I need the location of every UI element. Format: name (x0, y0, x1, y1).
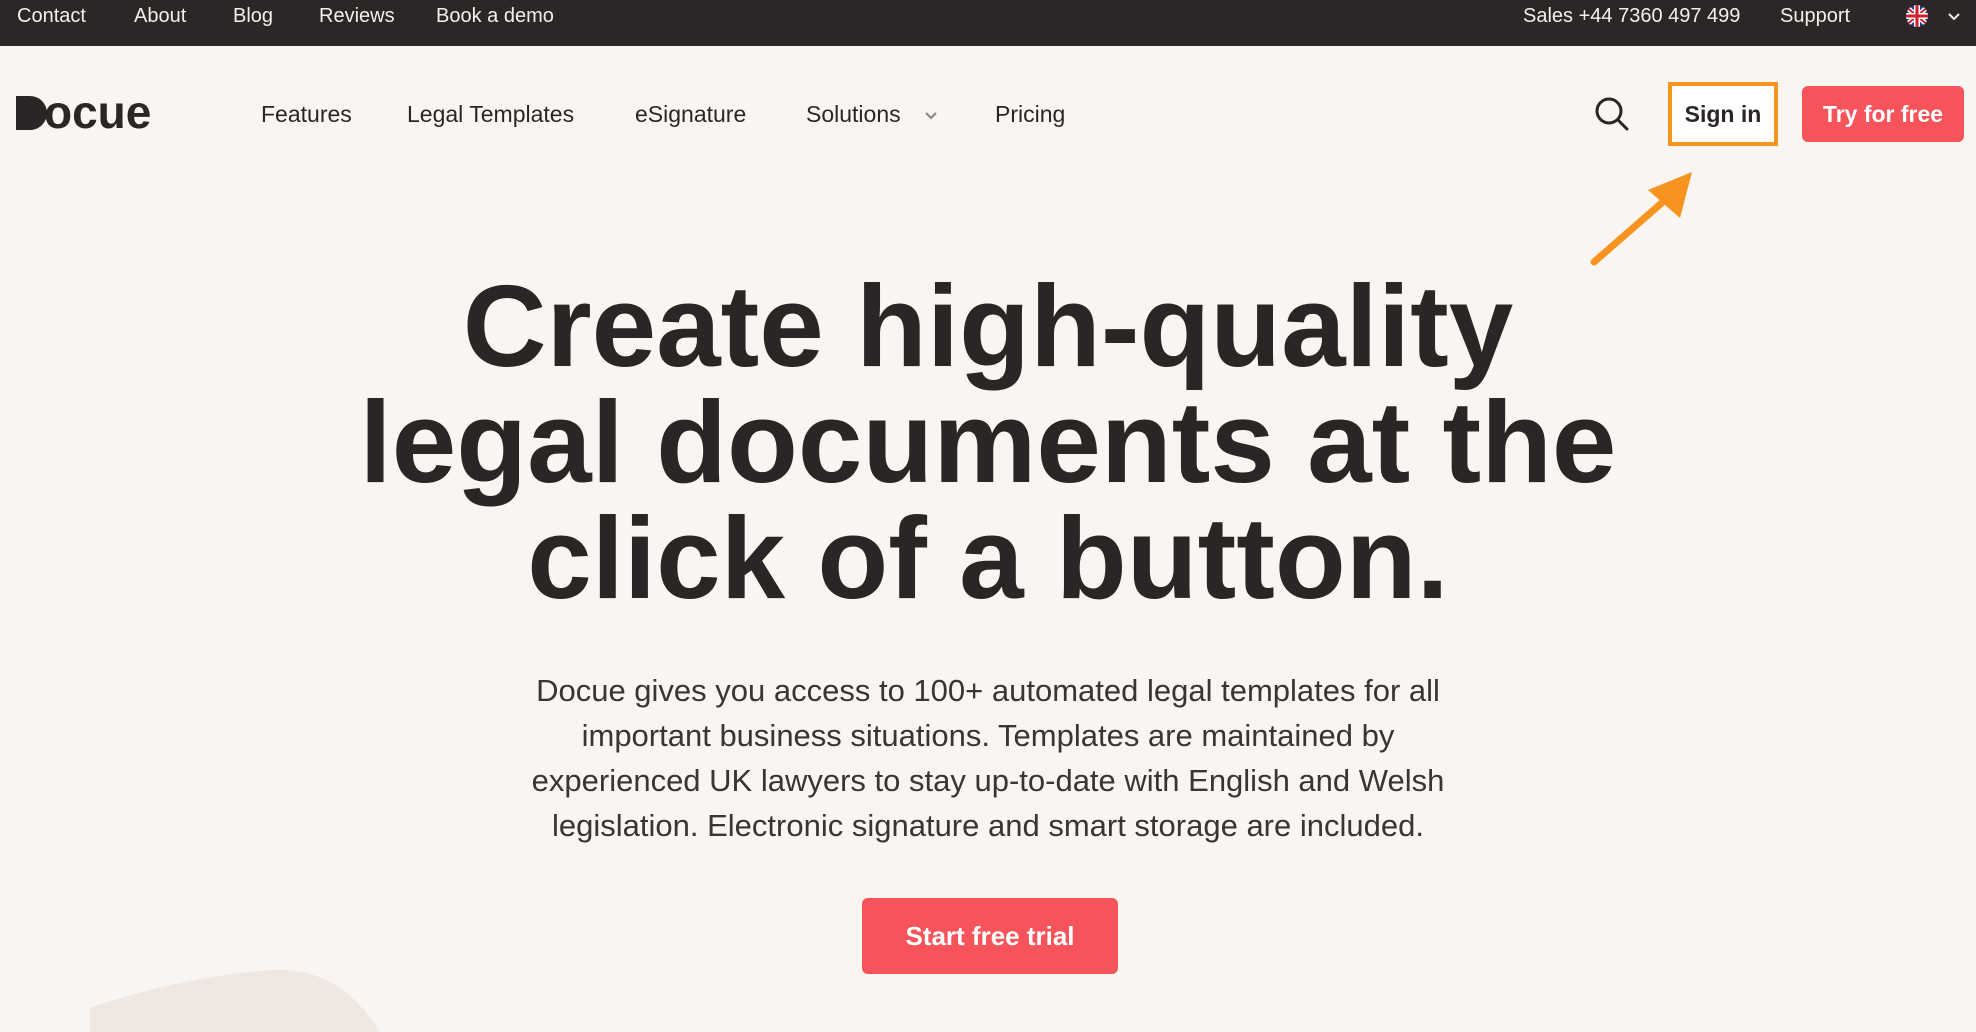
language-chevron-down-icon[interactable] (1946, 8, 1962, 24)
orange-arrow-annotation-icon (1590, 172, 1692, 266)
hero-headline-line: Create high-quality (462, 261, 1514, 391)
topbar-link-blog[interactable]: Blog (233, 0, 273, 32)
hero-description-line: experienced UK lawyers to stay up-to-dat… (531, 763, 1445, 798)
topbar-link-contact[interactable]: Contact (17, 0, 86, 32)
topbar-link-reviews[interactable]: Reviews (319, 0, 395, 32)
topbar-link-book-demo[interactable]: Book a demo (436, 0, 554, 32)
search-icon[interactable] (1592, 94, 1632, 134)
chevron-down-icon[interactable] (922, 106, 940, 124)
sign-in-button[interactable]: Sign in (1668, 82, 1778, 146)
nav-pricing[interactable]: Pricing (995, 96, 1065, 132)
hero-description-line: Docue gives you access to 100+ automated… (536, 673, 1440, 708)
decorative-shape (90, 970, 380, 1032)
uk-flag-icon[interactable] (1904, 5, 1930, 27)
nav-legal-templates[interactable]: Legal Templates (407, 96, 574, 132)
top-utility-bar: Contact About Blog Reviews Book a demo S… (0, 0, 1976, 46)
hero-description-line: legislation. Electronic signature and sm… (552, 808, 1424, 843)
hero-headline: Create high-quality legal documents at t… (180, 268, 1796, 616)
nav-esignature[interactable]: eSignature (635, 96, 746, 132)
hero-description-line: important business situations. Templates… (581, 718, 1395, 753)
docue-logo-text[interactable]: ocue (44, 84, 151, 140)
hero-description: Docue gives you access to 100+ automated… (448, 668, 1528, 848)
topbar-link-support[interactable]: Support (1780, 0, 1850, 32)
topbar-sales-phone[interactable]: Sales +44 7360 497 499 (1523, 0, 1740, 32)
start-free-trial-button[interactable]: Start free trial (862, 898, 1118, 974)
nav-features[interactable]: Features (261, 96, 352, 132)
try-for-free-button[interactable]: Try for free (1802, 86, 1964, 142)
topbar-link-about[interactable]: About (134, 0, 186, 32)
hero-headline-line: click of a button. (527, 493, 1449, 623)
nav-solutions[interactable]: Solutions (806, 96, 901, 132)
hero-headline-line: legal documents at the (359, 377, 1617, 507)
